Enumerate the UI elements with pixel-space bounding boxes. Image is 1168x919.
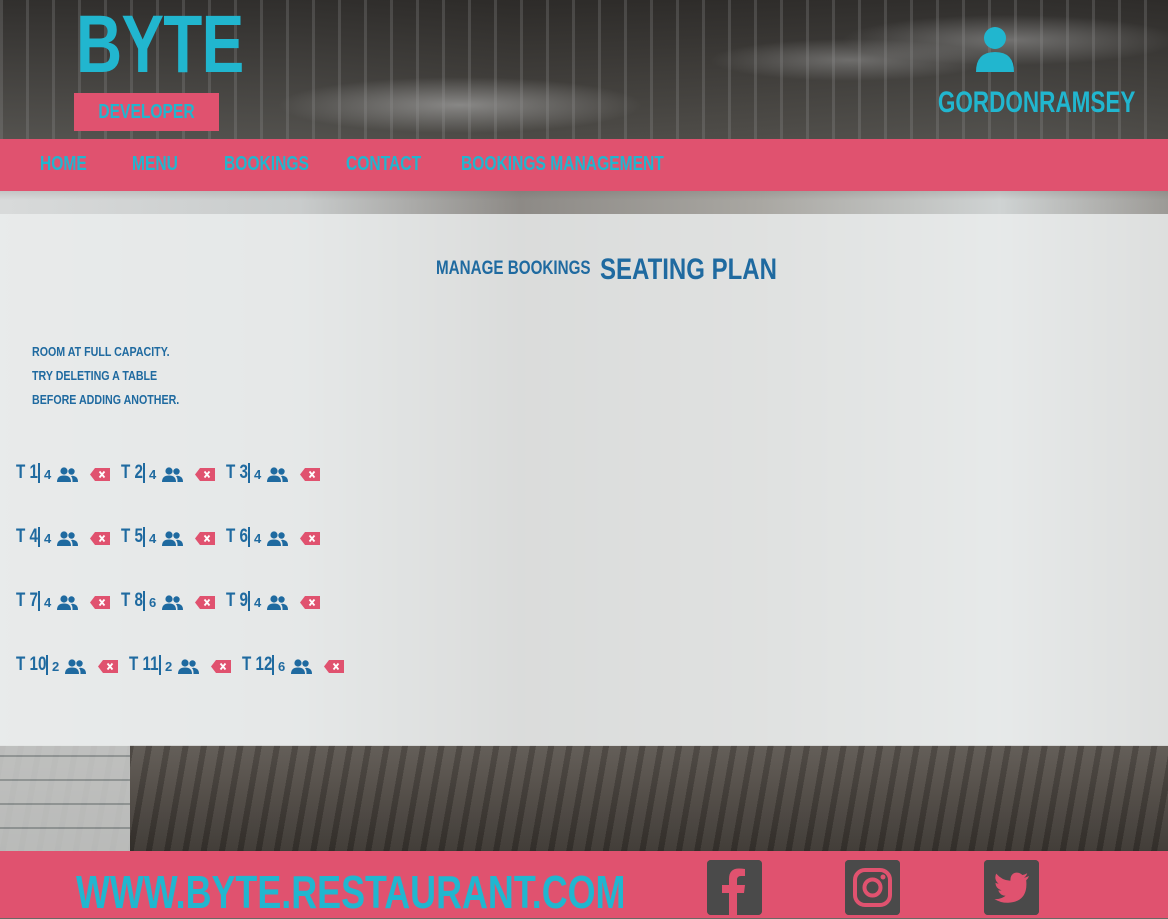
people-icon bbox=[162, 467, 183, 482]
table-separator bbox=[248, 463, 250, 483]
people-icon bbox=[162, 531, 183, 546]
tab-manage-bookings-label: MANAGE BOOKINGS bbox=[436, 258, 591, 279]
table-capacity: 4 bbox=[149, 531, 157, 546]
nav-contact[interactable]: CONTACT bbox=[346, 139, 442, 191]
delete-table-icon[interactable] bbox=[300, 468, 320, 481]
website-link-text: WWW.BYTE.RESTAURANT.COM bbox=[76, 866, 626, 918]
table-capacity: 4 bbox=[44, 595, 52, 610]
website-link[interactable]: WWW.BYTE.RESTAURANT.COM bbox=[76, 866, 780, 918]
nav-menu[interactable]: MENU bbox=[132, 139, 191, 191]
people-icon bbox=[178, 659, 199, 674]
nav-home[interactable]: HOME bbox=[40, 139, 100, 191]
nav-home-label: HOME bbox=[40, 153, 87, 175]
tab-seating-plan-label: SEATING PLAN bbox=[600, 253, 777, 286]
notice-line: ROOM AT FULL CAPACITY. bbox=[32, 344, 170, 359]
table-capacity: 4 bbox=[254, 467, 262, 482]
username-link[interactable]: GORDONRAMSEY bbox=[905, 84, 1136, 122]
table-name: T 12 bbox=[242, 654, 273, 675]
table-separator bbox=[38, 591, 40, 611]
people-icon bbox=[57, 467, 78, 482]
delete-table-icon[interactable] bbox=[300, 596, 320, 609]
delete-table-icon[interactable] bbox=[195, 532, 215, 545]
people-icon bbox=[267, 531, 288, 546]
table-separator bbox=[38, 527, 40, 547]
facebook-glyph bbox=[707, 860, 762, 915]
table-separator bbox=[272, 655, 274, 675]
capacity-notice: ROOM AT FULL CAPACITY. TRY DELETING A TA… bbox=[32, 340, 212, 412]
nav-bookings-management-label: BOOKINGS MANAGEMENT bbox=[461, 153, 664, 175]
table-capacity: 4 bbox=[254, 531, 262, 546]
delete-table-icon[interactable] bbox=[211, 660, 231, 673]
people-icon bbox=[162, 595, 183, 610]
people-icon bbox=[65, 659, 86, 674]
table-separator bbox=[143, 591, 145, 611]
nav-bookings-label: BOOKINGS bbox=[224, 153, 309, 175]
delete-table-icon[interactable] bbox=[324, 660, 344, 673]
table-capacity: 6 bbox=[278, 659, 286, 674]
table-separator bbox=[143, 463, 145, 483]
logo[interactable]: BYTE bbox=[76, 4, 244, 86]
nav-menu-label: MENU bbox=[132, 153, 178, 175]
facebook-icon[interactable] bbox=[707, 860, 762, 915]
table-capacity: 6 bbox=[149, 595, 157, 610]
people-icon bbox=[267, 595, 288, 610]
table-separator bbox=[38, 463, 40, 483]
table-capacity: 2 bbox=[52, 659, 60, 674]
delete-table-icon[interactable] bbox=[90, 596, 110, 609]
table-separator bbox=[143, 527, 145, 547]
instagram-icon[interactable] bbox=[845, 860, 900, 915]
table-capacity: 2 bbox=[165, 659, 173, 674]
tagline-badge: DEVELOPER DINER bbox=[74, 93, 219, 161]
table-separator bbox=[46, 655, 48, 675]
twitter-glyph bbox=[984, 860, 1039, 915]
table-capacity: 4 bbox=[44, 531, 52, 546]
delete-table-icon[interactable] bbox=[300, 532, 320, 545]
username-text: GORDONRAMSEY bbox=[937, 86, 1136, 119]
user-icon[interactable] bbox=[974, 26, 1016, 72]
people-icon bbox=[291, 659, 312, 674]
table-separator bbox=[248, 527, 250, 547]
delete-table-icon[interactable] bbox=[195, 596, 215, 609]
main-nav: HOME MENU BOOKINGS CONTACT BOOKINGS MANA… bbox=[0, 139, 1168, 191]
delete-table-icon[interactable] bbox=[90, 468, 110, 481]
background-tiles bbox=[0, 745, 130, 851]
people-icon bbox=[57, 595, 78, 610]
background-floor bbox=[0, 745, 1168, 851]
twitter-icon[interactable] bbox=[984, 860, 1039, 915]
nav-bookings-management[interactable]: BOOKINGS MANAGEMENT bbox=[461, 139, 721, 191]
table-separator bbox=[159, 655, 161, 675]
people-icon bbox=[267, 467, 288, 482]
people-icon bbox=[57, 531, 78, 546]
delete-table-icon[interactable] bbox=[195, 468, 215, 481]
notice-line: TRY DELETING A TABLE bbox=[32, 368, 158, 383]
instagram-glyph bbox=[845, 860, 900, 915]
nav-contact-label: CONTACT bbox=[346, 153, 422, 175]
table-capacity: 4 bbox=[149, 467, 157, 482]
tab-seating-plan[interactable]: SEATING PLAN bbox=[600, 253, 821, 287]
table-capacity: 4 bbox=[44, 467, 52, 482]
delete-table-icon[interactable] bbox=[90, 532, 110, 545]
table-capacity: 4 bbox=[254, 595, 262, 610]
delete-table-icon[interactable] bbox=[98, 660, 118, 673]
nav-bookings[interactable]: BOOKINGS bbox=[224, 139, 333, 191]
notice-line: BEFORE ADDING ANOTHER. bbox=[32, 392, 180, 407]
table-separator bbox=[248, 591, 250, 611]
table-name: T 10 bbox=[16, 654, 47, 675]
